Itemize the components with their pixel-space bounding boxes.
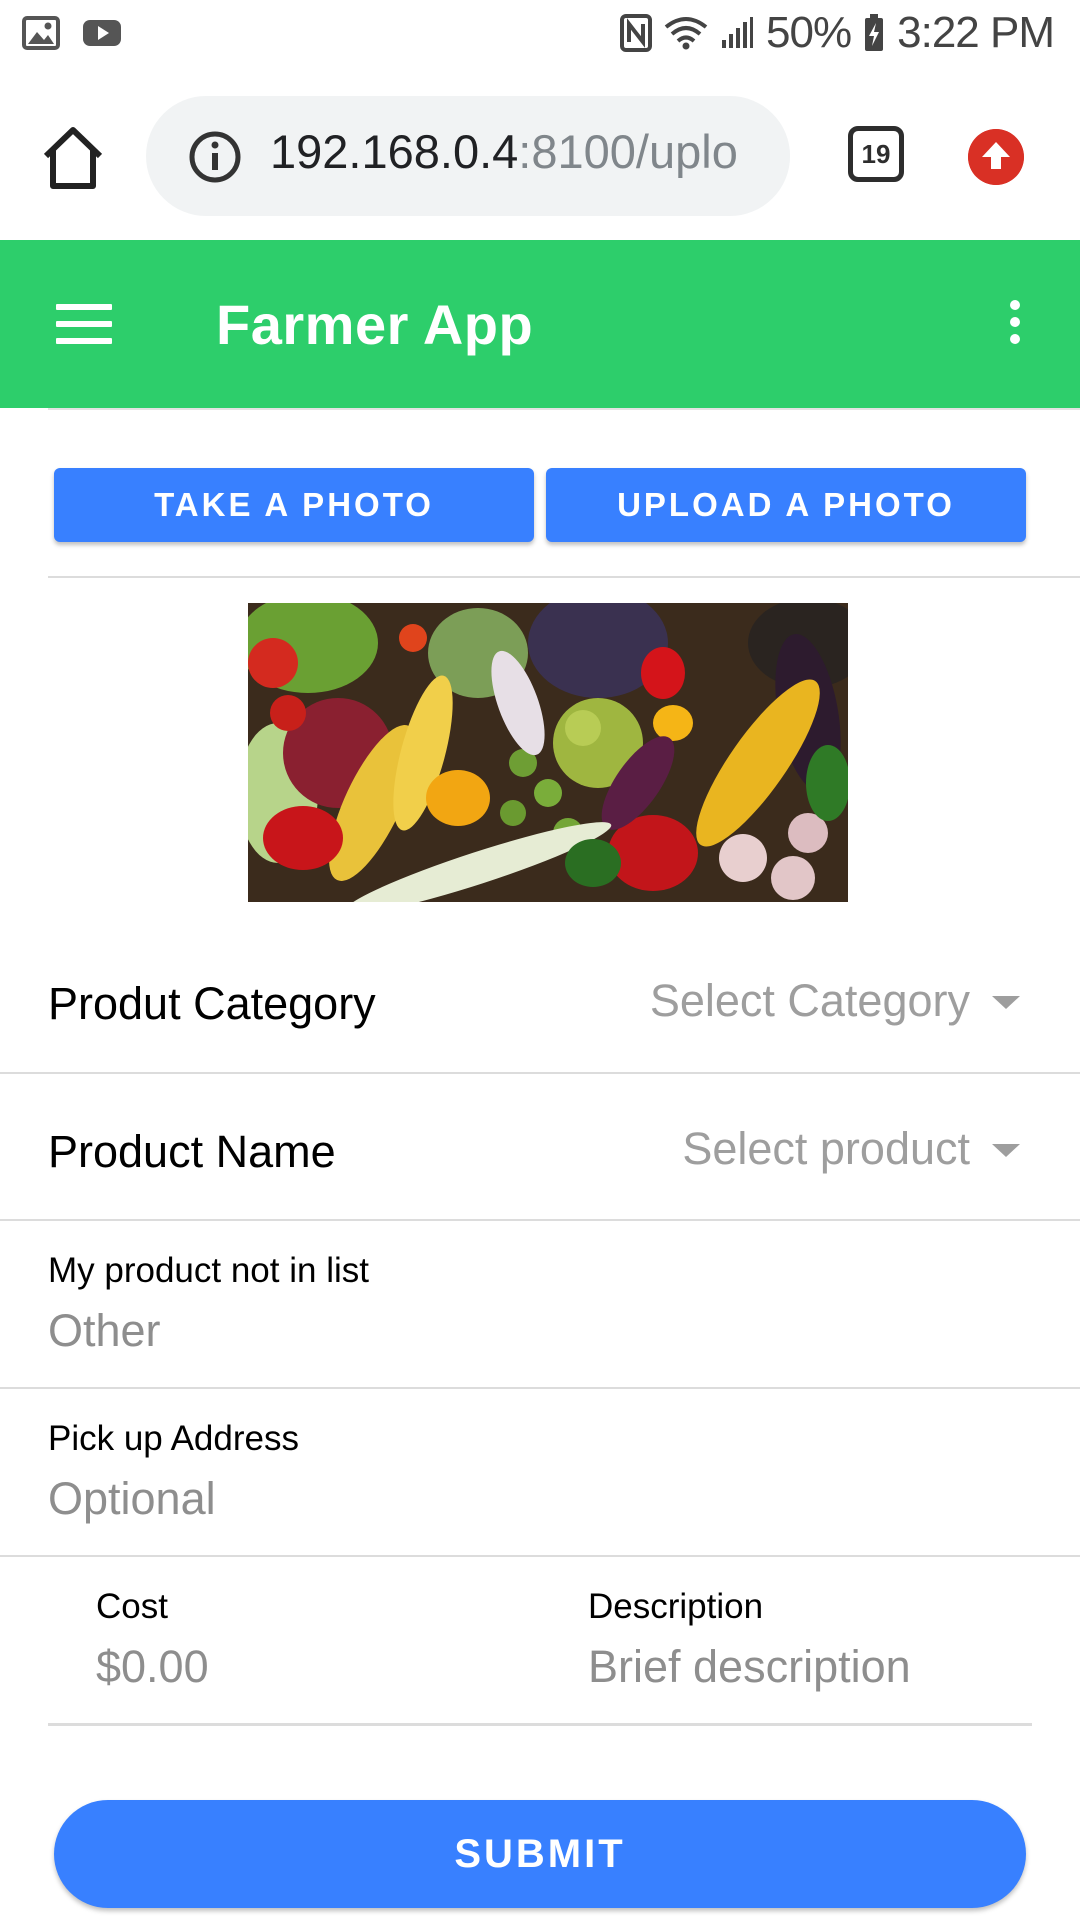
battery-percent: 50%	[766, 8, 852, 57]
divider	[0, 1387, 1080, 1389]
pickup-address-input[interactable]: Optional	[48, 1473, 216, 1525]
url-fade	[750, 96, 790, 216]
other-product-input[interactable]: Other	[48, 1305, 161, 1357]
youtube-notification-icon	[83, 20, 121, 46]
nfc-icon	[620, 14, 653, 52]
divider	[0, 1555, 1080, 1557]
clock: 3:22 PM	[897, 8, 1055, 57]
url-host: 192.168.0.4	[270, 125, 519, 178]
description-label: Description	[588, 1587, 764, 1626]
update-arrow-icon[interactable]	[968, 129, 1024, 185]
take-photo-button[interactable]: TAKE A PHOTO	[54, 468, 534, 542]
other-product-label: My product not in list	[48, 1251, 369, 1290]
app-toolbar: Farmer App	[0, 240, 1080, 408]
chevron-down-icon[interactable]	[992, 1144, 1020, 1157]
chevron-down-icon[interactable]	[992, 996, 1020, 1009]
upload-photo-button[interactable]: UPLOAD A PHOTO	[546, 468, 1026, 542]
info-icon[interactable]	[188, 130, 242, 184]
status-bar: 50% 3:22 PM	[0, 0, 1080, 76]
browser-toolbar: 192.168.0.4:8100/uplo 19	[0, 76, 1080, 240]
url-path: :8100/uplo	[518, 125, 738, 178]
status-notifications	[22, 16, 122, 50]
status-indicators: 50% 3:22 PM	[620, 8, 1055, 58]
product-select-row[interactable]: Product Name Select product	[0, 1108, 1080, 1226]
more-vert-icon[interactable]	[1008, 300, 1022, 348]
page-title: Farmer App	[216, 293, 534, 356]
signal-icon	[722, 17, 754, 48]
divider	[0, 1219, 1080, 1221]
cost-input[interactable]: $0.00	[96, 1641, 209, 1693]
category-label: Produt Category	[48, 978, 376, 1029]
address-bar[interactable]: 192.168.0.4:8100/uplo	[146, 96, 790, 216]
submit-button[interactable]: SUBMIT	[54, 1800, 1026, 1908]
divider	[48, 576, 1080, 578]
tab-switcher-button[interactable]: 19	[848, 126, 904, 182]
category-select-row[interactable]: Produt Category Select Category	[0, 960, 1080, 1078]
product-name-label: Product Name	[48, 1126, 336, 1177]
gallery-notification-icon	[22, 16, 60, 50]
pickup-address-label: Pick up Address	[48, 1419, 299, 1458]
divider	[0, 1072, 1080, 1074]
home-icon[interactable]	[38, 124, 108, 194]
description-input[interactable]: Brief description	[588, 1641, 911, 1693]
url-text[interactable]: 192.168.0.4:8100/uplo	[270, 124, 738, 179]
battery-charging-icon	[865, 14, 884, 51]
category-select[interactable]: Select Category	[650, 975, 970, 1027]
divider	[48, 408, 1080, 410]
cost-label: Cost	[96, 1587, 168, 1626]
hamburger-menu-icon[interactable]	[56, 304, 112, 346]
product-select[interactable]: Select product	[682, 1123, 970, 1175]
product-image	[248, 603, 848, 902]
divider	[48, 1723, 1032, 1726]
photo-button-row: TAKE A PHOTO UPLOAD A PHOTO	[54, 468, 1026, 542]
wifi-icon	[664, 17, 708, 50]
